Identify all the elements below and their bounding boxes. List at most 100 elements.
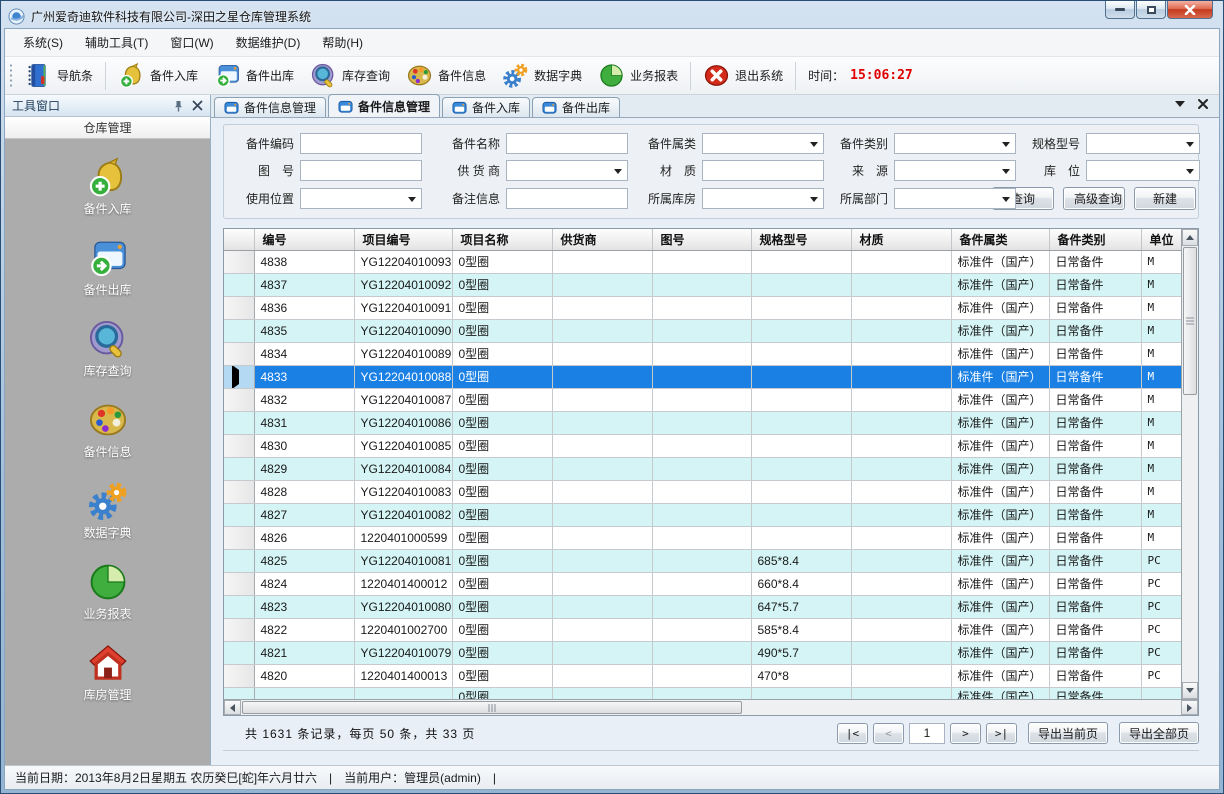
horizontal-scrollbar[interactable] [224,699,1198,715]
row-selector-cell[interactable] [224,572,254,595]
column-header-8[interactable]: 备件属类 [951,229,1049,250]
table-row[interactable]: 4827YG122040100820型圈标准件（国产）日常备件M [224,503,1181,526]
column-header-1[interactable]: 编号 [254,229,354,250]
column-header-10[interactable]: 单位 [1141,229,1181,250]
export-current-page-button[interactable]: 导出当前页 [1028,722,1108,744]
table-row[interactable]: 482412204014000120型圈660*8.4标准件（国产）日常备件PC [224,572,1181,595]
sidebar-group-title[interactable]: 仓库管理 [5,117,210,139]
location-select[interactable] [1086,160,1200,181]
table-row[interactable]: 0型圈标准件（国产）日常备件 [224,687,1181,699]
menu-item-0[interactable]: 系统(S) [13,30,73,55]
page-number-input[interactable]: 1 [909,723,945,744]
source-select[interactable] [894,160,1016,181]
row-selector-cell[interactable] [224,526,254,549]
column-header-2[interactable]: 项目编号 [354,229,452,250]
maximize-button[interactable] [1136,1,1166,19]
row-selector-cell[interactable] [224,365,254,388]
prev-page-button[interactable]: < [873,723,904,744]
toolbar-button-parts-info[interactable]: 备件信息 [398,59,494,92]
row-selector-cell[interactable] [224,434,254,457]
row-selector-cell[interactable] [224,388,254,411]
sidebar-item-stock-query[interactable]: 库存查询 [48,315,168,382]
table-row[interactable]: 4833YG122040100880型圈标准件（国产）日常备件M [224,365,1181,388]
part-name-field[interactable] [506,133,628,154]
part-class-select[interactable] [894,133,1016,154]
table-row[interactable]: 4830YG122040100850型圈标准件（国产）日常备件M [224,434,1181,457]
sidebar-item-parts-info[interactable]: 备件信息 [48,396,168,463]
new-button[interactable]: 新建 [1134,187,1196,210]
spec-model-select[interactable] [1086,133,1200,154]
row-selector-cell[interactable] [224,480,254,503]
department-select[interactable] [894,188,1016,209]
row-selector-cell[interactable] [224,549,254,572]
column-header-3[interactable]: 项目名称 [452,229,552,250]
scroll-down-button[interactable] [1182,682,1198,699]
row-selector-cell[interactable] [224,641,254,664]
row-selector-cell[interactable] [224,411,254,434]
column-header-7[interactable]: 材质 [851,229,951,250]
table-row[interactable]: 4834YG122040100890型圈标准件（国产）日常备件M [224,342,1181,365]
sidebar-item-parts-inbound[interactable]: 备件入库 [48,153,168,220]
first-page-button[interactable]: |< [837,723,868,744]
toolbar-button-stock-query[interactable]: 库存查询 [302,59,398,92]
part-code-field[interactable] [300,133,422,154]
close-button[interactable] [1167,1,1213,19]
column-header-0[interactable] [224,229,254,250]
vertical-scrollbar[interactable] [1181,229,1198,699]
table-row[interactable]: 4828YG122040100830型圈标准件（国产）日常备件M [224,480,1181,503]
sidebar-item-data-dict[interactable]: 数据字典 [48,477,168,544]
minimize-button[interactable] [1105,1,1135,19]
scroll-up-button[interactable] [1182,229,1198,246]
table-row[interactable]: 4836YG122040100910型圈标准件（国产）日常备件M [224,296,1181,319]
menu-item-2[interactable]: 窗口(W) [160,30,223,55]
row-selector-cell[interactable] [224,457,254,480]
tab-0[interactable]: 备件信息管理 [214,97,326,117]
scroll-right-button[interactable] [1181,700,1198,715]
sidebar-close-icon[interactable] [192,100,203,111]
pin-icon[interactable] [173,100,184,112]
supplier-select[interactable] [506,160,628,181]
column-header-9[interactable]: 备件类别 [1049,229,1141,250]
remark-field[interactable] [506,188,628,209]
row-selector-cell[interactable] [224,273,254,296]
table-row[interactable]: 482612204010005990型圈标准件（国产）日常备件M [224,526,1181,549]
column-header-5[interactable]: 图号 [652,229,751,250]
toolbar-button-parts-inbound[interactable]: 备件入库 [110,59,206,92]
toolbar-grip-handle[interactable] [9,63,13,89]
tab-1[interactable]: 备件信息管理 [328,94,440,117]
row-selector-cell[interactable] [224,618,254,641]
row-selector-cell[interactable] [224,342,254,365]
sidebar-item-business-report[interactable]: 业务报表 [48,558,168,625]
last-page-button[interactable]: >| [986,723,1017,744]
table-row[interactable]: 4838YG122040100930型圈标准件（国产）日常备件M [224,250,1181,273]
toolbar-button-business-report[interactable]: 业务报表 [590,59,686,92]
row-selector-cell[interactable] [224,687,254,699]
table-row[interactable]: 482012204014000130型圈470*8标准件（国产）日常备件PC [224,664,1181,687]
table-row[interactable]: 4837YG122040100920型圈标准件（国产）日常备件M [224,273,1181,296]
export-all-pages-button[interactable]: 导出全部页 [1119,722,1199,744]
toolbar-button-parts-outbound[interactable]: 备件出库 [206,59,302,92]
tab-2[interactable]: 备件入库 [442,97,530,117]
drawing-no-field[interactable] [300,160,422,181]
row-selector-cell[interactable] [224,503,254,526]
material-field[interactable] [702,160,824,181]
table-row[interactable]: 4831YG122040100860型圈标准件（国产）日常备件M [224,411,1181,434]
table-row[interactable]: 4821YG122040100790型圈490*5.7标准件（国产）日常备件PC [224,641,1181,664]
table-row[interactable]: 4829YG122040100840型圈标准件（国产）日常备件M [224,457,1181,480]
table-row[interactable]: 4835YG122040100900型圈标准件（国产）日常备件M [224,319,1181,342]
row-selector-cell[interactable] [224,664,254,687]
scroll-left-button[interactable] [224,700,241,715]
column-header-6[interactable]: 规格型号 [751,229,851,250]
advanced-query-button[interactable]: 高级查询 [1063,187,1125,210]
warehouse-select[interactable] [702,188,824,209]
toolbar-button-navbar[interactable]: 导航条 [17,59,101,92]
table-row[interactable]: 4823YG122040100800型圈647*5.7标准件（国产）日常备件PC [224,595,1181,618]
column-header-4[interactable]: 供货商 [552,229,652,250]
vertical-scroll-track[interactable] [1182,396,1198,682]
horizontal-scroll-track[interactable] [742,700,1181,715]
row-selector-cell[interactable] [224,250,254,273]
row-selector-cell[interactable] [224,319,254,342]
tab-3[interactable]: 备件出库 [532,97,620,117]
table-row[interactable]: 482212204010027000型圈585*8.4标准件（国产）日常备件PC [224,618,1181,641]
row-selector-cell[interactable] [224,595,254,618]
